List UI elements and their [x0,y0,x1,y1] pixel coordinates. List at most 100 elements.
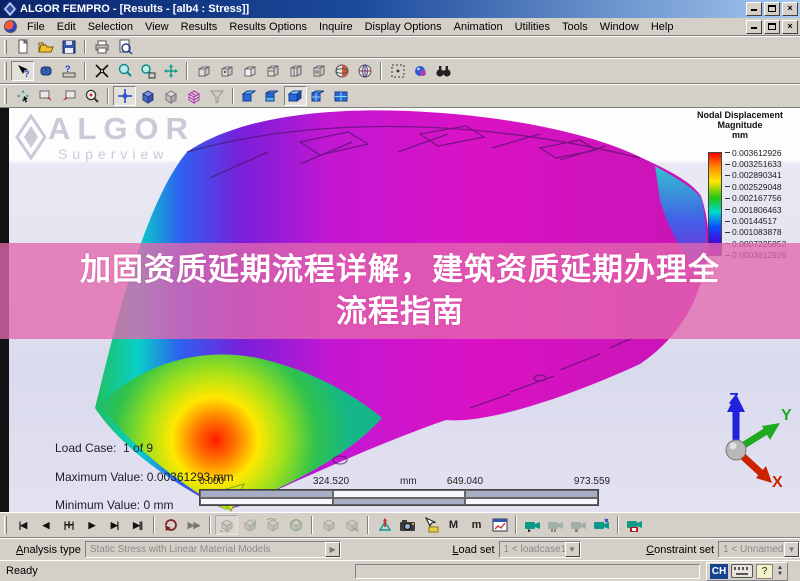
shaded-view-button[interactable] [136,86,159,106]
new-file-button[interactable] [11,37,34,57]
inquire-pointer-button[interactable] [419,515,442,535]
select-elements-button[interactable] [284,61,307,81]
move-view-button[interactable] [11,86,34,106]
mdi-minimize-button[interactable] [746,19,762,34]
zoom-in-button[interactable] [113,61,136,81]
orbit-button[interactable] [409,61,432,81]
mesh-view-button[interactable] [182,86,205,106]
load-set-combo[interactable]: 1 < loadcase1 > ▼ [498,541,581,558]
pan-button[interactable] [159,61,182,81]
combo-arrow-icon[interactable]: ▼ [564,542,580,557]
preset-view-1-button[interactable] [238,86,261,106]
next-load-case-button[interactable]: ▶| [103,515,126,535]
menu-item[interactable]: Results Options [223,19,313,35]
select-parts-button[interactable] [261,61,284,81]
menu-item[interactable]: Selection [82,19,139,35]
rotate-free-button[interactable] [284,515,307,535]
menu-item[interactable]: Results [175,19,224,35]
ruler-bar [199,489,599,506]
pointer-help-icon: ? [17,65,29,79]
document-icon[interactable] [4,20,17,33]
menu-item[interactable]: Help [645,19,680,35]
constraint-set-combo[interactable]: 1 < Unnamed > ▼ [718,541,800,558]
preset-view-5-button[interactable] [330,86,353,106]
previous-view-button[interactable] [34,86,57,106]
promo-banner-overlay: 加固资质延期流程详解，建筑资质延期办理全 流程指南 [0,243,800,339]
probe-button[interactable] [373,515,396,535]
select-vertices-button[interactable] [192,61,215,81]
current-load-case-button[interactable]: |✛| [57,515,80,535]
graph-results-button[interactable] [488,515,511,535]
language-bar: CH ? ▲ ▼ [706,561,788,581]
keyboard-layout-icon[interactable] [731,564,753,578]
record-avi-button[interactable] [521,515,544,535]
select-edges-button[interactable] [215,61,238,81]
preset-view-3-button[interactable] [284,86,307,106]
select-nodes-button[interactable] [307,61,330,81]
context-help-button[interactable]: ? [57,61,80,81]
rotate-z-button[interactable] [261,515,284,535]
maximize-button[interactable] [764,2,780,16]
menu-item[interactable]: File [21,19,51,35]
graph-window-icon [492,518,507,532]
previous-load-case-button[interactable]: ◀ [34,515,57,535]
language-bar-options-icon[interactable]: ▲ ▼ [776,565,784,577]
animate-shape-button[interactable] [317,515,340,535]
menu-item[interactable]: Tools [556,19,594,35]
rotate-y-button[interactable] [238,515,261,535]
loop-animation-button[interactable] [159,515,182,535]
preset-view-2-button[interactable] [261,86,284,106]
mdi-restore-button[interactable] [764,19,780,34]
fast-forward-button[interactable]: ▶▶ [182,515,205,535]
wireframe-view-button[interactable] [159,86,182,106]
stop-avi-button[interactable] [567,515,590,535]
animate-displaced-button[interactable] [340,515,363,535]
results-viewport[interactable]: ALGOR Superview Nodal Displacement Magni… [0,108,800,512]
minimize-button[interactable] [746,2,762,16]
show-minimum-button[interactable]: m [465,515,488,535]
mdi-close-button[interactable]: × [782,19,798,34]
menu-item[interactable]: Window [594,19,645,35]
ime-help-icon[interactable]: ? [756,563,773,579]
break-surface-button[interactable] [90,61,113,81]
mouse-options-button[interactable] [34,61,57,81]
menu-item[interactable]: Animation [448,19,509,35]
view-isometric-button[interactable] [330,61,353,81]
menu-item[interactable]: Utilities [509,19,556,35]
analysis-type-combo[interactable]: Static Stress with Linear Material Model… [84,541,342,558]
filter-results-button[interactable] [205,86,228,106]
print-button[interactable] [90,37,113,57]
menu-item[interactable]: View [139,19,175,35]
first-load-case-button[interactable]: |◀ [11,515,34,535]
find-button[interactable] [432,61,455,81]
play-animation-button[interactable]: ▶ [80,515,103,535]
close-button[interactable]: × [782,2,798,16]
snapshot-button[interactable] [396,515,419,535]
rotate-x-button[interactable] [215,515,238,535]
save-button[interactable] [57,37,80,57]
menu-item[interactable]: Edit [51,19,82,35]
print-preview-button[interactable] [113,37,136,57]
last-load-case-button[interactable]: ▶|| [126,515,149,535]
loop-arrows-icon [164,519,177,531]
select-pointer-button[interactable]: ? [11,61,34,81]
select-surfaces-button[interactable] [238,61,261,81]
view-rotate-button[interactable] [353,61,376,81]
combo-arrow-icon[interactable]: ▼ [784,542,800,557]
open-file-button[interactable] [34,37,57,57]
save-animation-button[interactable] [623,515,646,535]
pause-avi-button[interactable] [544,515,567,535]
combo-arrow-icon[interactable]: ▶ [325,542,341,557]
show-maximum-button[interactable]: M [442,515,465,535]
next-view-button[interactable] [57,86,80,106]
menu-item[interactable]: Display Options [359,19,448,35]
zoom-window-button[interactable] [136,61,159,81]
zoom-extents-button[interactable] [80,86,103,106]
menu-item[interactable]: Inquire [313,19,359,35]
language-indicator[interactable]: CH [710,563,728,579]
show-origin-button[interactable] [113,86,136,106]
select-region-button[interactable] [386,61,409,81]
preset-view-4-button[interactable] [307,86,330,106]
status-bar: Ready CH ? ▲ ▼ [0,560,800,581]
animation-settings-button[interactable] [590,515,613,535]
